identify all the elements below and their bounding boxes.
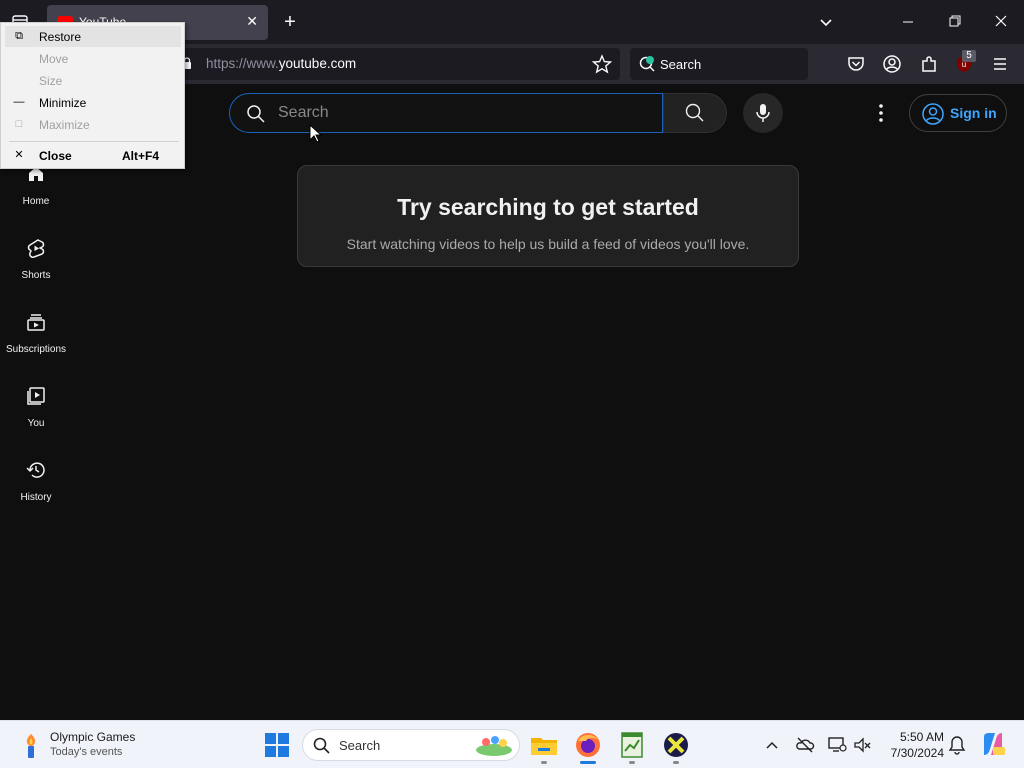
search-engine-icon — [639, 56, 655, 72]
xbox-app-icon[interactable] — [660, 729, 692, 761]
address-bar[interactable]: https://www.youtube.com — [168, 48, 620, 80]
menu-item-accelerator: Alt+F4 — [122, 149, 160, 163]
torch-icon — [26, 734, 36, 758]
search-icon — [247, 105, 265, 123]
youtube-search-input[interactable]: Search — [229, 93, 663, 133]
web-search-label: Search — [660, 57, 702, 72]
close-tab-icon[interactable]: ✕ — [246, 13, 258, 30]
active-indicator — [580, 761, 596, 764]
menu-item-label: Minimize — [39, 96, 87, 110]
subscriptions-icon — [27, 314, 45, 331]
youtube-sidebar: Home Shorts Subscriptions You History — [0, 84, 72, 720]
copilot-icon[interactable] — [980, 731, 1006, 757]
sidebar-item-label: History — [20, 492, 52, 503]
history-icon — [26, 462, 45, 478]
sidebar-item-you[interactable]: You — [0, 386, 72, 456]
sidebar-item-label: Home — [22, 196, 50, 207]
search-icon — [313, 737, 330, 754]
bookmark-star-icon[interactable] — [592, 54, 612, 74]
youtube-search-button[interactable] — [663, 93, 727, 133]
maximize-icon: □ — [15, 118, 23, 130]
ublock-extension-icon[interactable]: u 5 — [954, 50, 976, 74]
start-button-icon[interactable] — [261, 729, 293, 761]
new-tab-button[interactable]: + — [280, 10, 300, 34]
extensions-icon[interactable] — [919, 54, 939, 74]
empty-feed-prompt: Try searching to get started Start watch… — [297, 165, 799, 267]
mouse-cursor-icon — [309, 123, 323, 149]
taskbar-search[interactable]: Search — [302, 729, 520, 761]
prompt-heading: Try searching to get started — [397, 194, 699, 220]
sidebar-item-shorts[interactable]: Shorts — [0, 238, 72, 308]
url-text[interactable]: https://www.youtube.com — [206, 56, 356, 71]
search-placeholder: Search — [278, 104, 329, 121]
notifications-bell-icon[interactable] — [948, 735, 966, 755]
chevron-up-icon[interactable] — [764, 737, 780, 753]
clock-time: 5:50 AM — [899, 730, 944, 744]
windows-taskbar: Olympic Games Today's events Search 5:50… — [0, 720, 1024, 768]
list-all-tabs-icon[interactable] — [816, 12, 836, 32]
menu-separator — [9, 141, 179, 142]
running-indicator — [541, 761, 547, 764]
widgets-news[interactable]: Olympic Games Today's events — [18, 729, 158, 761]
sign-in-label: Sign in — [950, 105, 997, 121]
extension-badge: 5 — [962, 50, 976, 62]
taskbar-search-label: Search — [339, 738, 381, 753]
menu-item-label: Size — [39, 74, 63, 88]
sidebar-item-home[interactable]: Home — [0, 164, 72, 234]
prompt-subtext: Start watching videos to help us build a… — [346, 236, 750, 252]
volume-muted-icon[interactable] — [852, 735, 872, 755]
pocket-icon[interactable] — [846, 54, 866, 74]
sidebar-item-label: Shorts — [21, 270, 51, 281]
news-title: Olympic Games — [50, 730, 136, 744]
news-subtitle: Today's events — [50, 746, 123, 758]
menu-item-maximize: □ Maximize — [5, 114, 181, 135]
onedrive-offline-icon[interactable] — [795, 735, 815, 755]
account-circle-icon — [922, 103, 944, 125]
more-options-icon[interactable] — [870, 102, 892, 124]
notepad-chart-icon[interactable] — [616, 729, 648, 761]
menu-item-minimize[interactable]: — Minimize — [5, 92, 181, 113]
search-highlight-icon — [476, 736, 512, 756]
voice-search-button[interactable] — [743, 93, 783, 133]
restore-icon: ⧉ — [15, 30, 23, 42]
menu-item-label: Maximize — [39, 118, 90, 132]
running-indicator — [629, 761, 635, 764]
sidebar-item-label: Subscriptions — [5, 344, 67, 355]
close-icon: ✕ — [14, 149, 24, 161]
menu-item-label: Close — [39, 149, 72, 163]
web-search-box[interactable]: Search — [630, 48, 808, 80]
firefox-icon[interactable] — [572, 729, 604, 761]
clock-date: 7/30/2024 — [890, 746, 944, 760]
menu-item-restore[interactable]: ⧉ Restore — [5, 26, 181, 47]
taskbar-clock[interactable]: 5:50 AM 7/30/2024 — [880, 729, 944, 761]
menu-item-move: Move — [5, 48, 181, 69]
sidebar-item-label: You — [27, 418, 45, 429]
menu-item-close[interactable]: ✕ Close Alt+F4 — [5, 145, 181, 166]
restore-window-button[interactable] — [945, 12, 965, 32]
menu-item-label: Move — [39, 52, 69, 66]
menu-item-label: Restore — [39, 30, 82, 44]
network-icon[interactable] — [827, 735, 847, 755]
menu-item-size: Size — [5, 70, 181, 91]
sign-in-button[interactable]: Sign in — [909, 94, 1007, 132]
sidebar-item-subscriptions[interactable]: Subscriptions — [0, 312, 72, 382]
window-system-menu: ⧉ Restore Move Size — Minimize □ Maximiz… — [0, 22, 185, 169]
microphone-icon — [756, 104, 770, 122]
account-icon[interactable] — [882, 54, 902, 74]
file-explorer-icon[interactable] — [528, 729, 560, 761]
shorts-icon — [27, 239, 45, 258]
sidebar-item-history[interactable]: History — [0, 460, 72, 530]
close-window-button[interactable] — [991, 12, 1011, 32]
minimize-window-button[interactable] — [898, 12, 918, 32]
app-menu-icon[interactable] — [990, 54, 1010, 74]
search-icon — [685, 103, 704, 122]
running-indicator — [673, 761, 679, 764]
you-icon — [27, 387, 45, 405]
minimize-icon: — — [13, 96, 25, 108]
